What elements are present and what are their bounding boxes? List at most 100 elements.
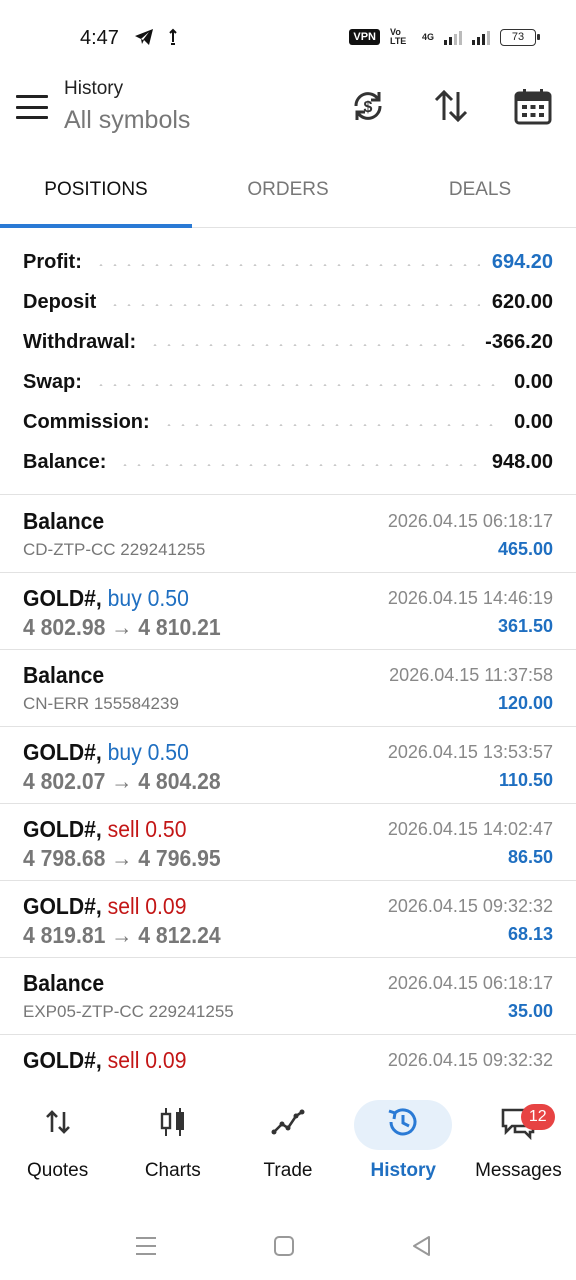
svg-text:$: $ bbox=[364, 99, 373, 116]
nav-messages[interactable]: 12 Messages bbox=[461, 1092, 576, 1202]
list-item[interactable]: GOLD#, buy 0.50 4 802.98 → 4 810.21 2026… bbox=[0, 573, 576, 650]
deal-profit: 361.50 bbox=[497, 616, 553, 636]
arrow-icon: → bbox=[111, 614, 133, 640]
summary-value: 0.00 bbox=[514, 410, 553, 433]
status-time: 4:47 bbox=[80, 27, 119, 49]
deals-list: Balance CD-ZTP-CC 229241255 2026.04.15 0… bbox=[0, 496, 576, 1081]
summary-row-balance: Balance: 948.00 bbox=[0, 442, 576, 482]
deal-prices: 4 802.98 → 4 810.21 bbox=[23, 614, 221, 641]
deal-profit: 86.50 bbox=[507, 847, 553, 867]
summary-value: 694.20 bbox=[491, 250, 553, 273]
home-icon[interactable] bbox=[270, 1232, 298, 1260]
quotes-arrows-icon bbox=[45, 1110, 70, 1134]
close-price: 4 804.28 bbox=[138, 768, 221, 794]
summary-value: 0.00 bbox=[514, 370, 553, 393]
deal-comment: CD-ZTP-CC 229241255 bbox=[23, 540, 206, 559]
deal-time: 2026.04.15 11:37:58 bbox=[389, 665, 553, 685]
summary-label: Commission: bbox=[23, 410, 150, 433]
system-nav-bar bbox=[0, 1212, 576, 1280]
deal-time: 2026.04.15 13:53:57 bbox=[387, 742, 553, 762]
bottom-nav: Quotes Charts Trade History 12 Messages bbox=[0, 1092, 576, 1202]
notification-icon bbox=[169, 28, 177, 45]
deal-profit: 110.50 bbox=[498, 770, 553, 790]
deal-profit: 68.13 bbox=[507, 924, 553, 944]
list-item[interactable]: Balance CD-ZTP-CC 229241255 2026.04.15 0… bbox=[0, 496, 576, 573]
nav-label: Messages bbox=[475, 1160, 562, 1181]
list-item[interactable]: GOLD#, sell 0.50 4 798.68 → 4 796.95 202… bbox=[0, 804, 576, 881]
nav-quotes[interactable]: Quotes bbox=[0, 1092, 115, 1202]
deal-side: sell 0.09 bbox=[107, 1047, 187, 1073]
signal-icon bbox=[444, 29, 462, 45]
deal-profit: 120.00 bbox=[497, 693, 553, 713]
nav-trade[interactable]: Trade bbox=[230, 1092, 345, 1202]
tab-orders[interactable]: ORDERS bbox=[192, 160, 384, 227]
arrow-icon: → bbox=[111, 845, 133, 871]
signal-icon-2 bbox=[472, 29, 490, 45]
open-price: 4 802.07 bbox=[23, 768, 106, 794]
summary-value: 948.00 bbox=[491, 450, 553, 473]
deal-title: GOLD#, buy 0.50 bbox=[23, 585, 189, 612]
candlestick-icon bbox=[160, 1108, 184, 1136]
summary-row-commission: Commission: 0.00 bbox=[0, 402, 576, 442]
summary-value: 620.00 bbox=[491, 290, 553, 313]
history-tabs: POSITIONS ORDERS DEALS bbox=[0, 160, 576, 228]
summary-label: Deposit bbox=[23, 290, 97, 313]
volte-icon: Vo LTE bbox=[389, 27, 407, 46]
nav-label: Trade bbox=[263, 1160, 313, 1181]
deal-title: GOLD#, buy 0.50 bbox=[23, 739, 189, 766]
open-price: 4 802.98 bbox=[23, 614, 106, 640]
deal-title: GOLD#, sell 0.09 bbox=[23, 1047, 186, 1074]
currency-refresh-icon[interactable]: $ bbox=[348, 86, 388, 126]
deal-prices: 4 819.81 → 4 812.24 bbox=[23, 922, 221, 949]
arrow-icon: → bbox=[111, 768, 133, 794]
calendar-icon[interactable] bbox=[513, 86, 553, 126]
menu-icon[interactable] bbox=[16, 95, 48, 119]
deal-time: 2026.04.15 14:46:19 bbox=[387, 588, 553, 608]
trade-line-icon bbox=[271, 1109, 305, 1135]
list-item[interactable]: GOLD#, buy 0.50 4 802.07 → 4 804.28 2026… bbox=[0, 727, 576, 804]
recent-apps-icon[interactable] bbox=[132, 1232, 160, 1260]
vpn-badge: VPN bbox=[349, 29, 380, 45]
deal-symbol: GOLD#, bbox=[23, 816, 102, 842]
nav-label: Quotes bbox=[26, 1160, 89, 1181]
summary-label: Swap: bbox=[23, 370, 82, 393]
summary-row-profit: Profit: 694.20 bbox=[0, 242, 576, 282]
deal-time: 2026.04.15 09:32:32 bbox=[387, 1050, 553, 1070]
list-item[interactable]: Balance EXP05-ZTP-CC 229241255 2026.04.1… bbox=[0, 958, 576, 1035]
close-price: 4 812.24 bbox=[138, 922, 221, 948]
sort-icon[interactable] bbox=[431, 86, 471, 126]
deal-title: GOLD#, sell 0.09 bbox=[23, 893, 186, 920]
deal-time: 2026.04.15 09:32:32 bbox=[387, 896, 553, 916]
deal-title: Balance bbox=[23, 662, 105, 688]
list-item[interactable]: GOLD#, sell 0.09 4 819.81 → 4 812.24 202… bbox=[0, 881, 576, 958]
summary-label: Profit: bbox=[23, 250, 82, 273]
deal-prices: 4 798.68 → 4 796.95 bbox=[23, 845, 221, 872]
page-title: History bbox=[64, 78, 124, 99]
open-price: 4 798.68 bbox=[23, 845, 106, 871]
unread-badge: 12 bbox=[520, 1104, 555, 1130]
nav-label: History bbox=[370, 1160, 436, 1181]
deal-title: GOLD#, sell 0.50 bbox=[23, 816, 186, 843]
summary-label: Balance: bbox=[23, 450, 107, 473]
summary-row-swap: Swap: 0.00 bbox=[0, 362, 576, 402]
nav-history[interactable]: History bbox=[346, 1092, 461, 1202]
deal-title: Balance bbox=[23, 508, 105, 534]
close-price: 4 796.95 bbox=[138, 845, 221, 871]
deal-profit: 465.00 bbox=[497, 539, 553, 559]
history-clock-icon bbox=[388, 1108, 417, 1136]
list-item[interactable]: Balance CN-ERR 155584239 2026.04.15 11:3… bbox=[0, 650, 576, 727]
deal-comment: EXP05-ZTP-CC 229241255 bbox=[23, 1002, 234, 1021]
back-icon[interactable] bbox=[408, 1232, 436, 1260]
divider bbox=[0, 494, 576, 495]
telegram-icon bbox=[135, 29, 153, 45]
nav-charts[interactable]: Charts bbox=[115, 1092, 230, 1202]
tab-positions[interactable]: POSITIONS bbox=[0, 160, 192, 228]
tab-deals[interactable]: DEALS bbox=[384, 160, 576, 227]
symbol-filter[interactable]: All symbols bbox=[64, 106, 190, 135]
summary-panel: Profit: 694.20 Deposit 620.00 Withdrawal… bbox=[0, 242, 576, 482]
nav-label: Charts bbox=[144, 1160, 201, 1181]
deal-symbol: GOLD#, bbox=[23, 893, 102, 919]
deal-time: 2026.04.15 14:02:47 bbox=[387, 819, 553, 839]
battery-icon: 73 bbox=[500, 28, 540, 46]
list-item[interactable]: GOLD#, sell 0.09 2026.04.15 09:32:32 bbox=[0, 1035, 576, 1081]
